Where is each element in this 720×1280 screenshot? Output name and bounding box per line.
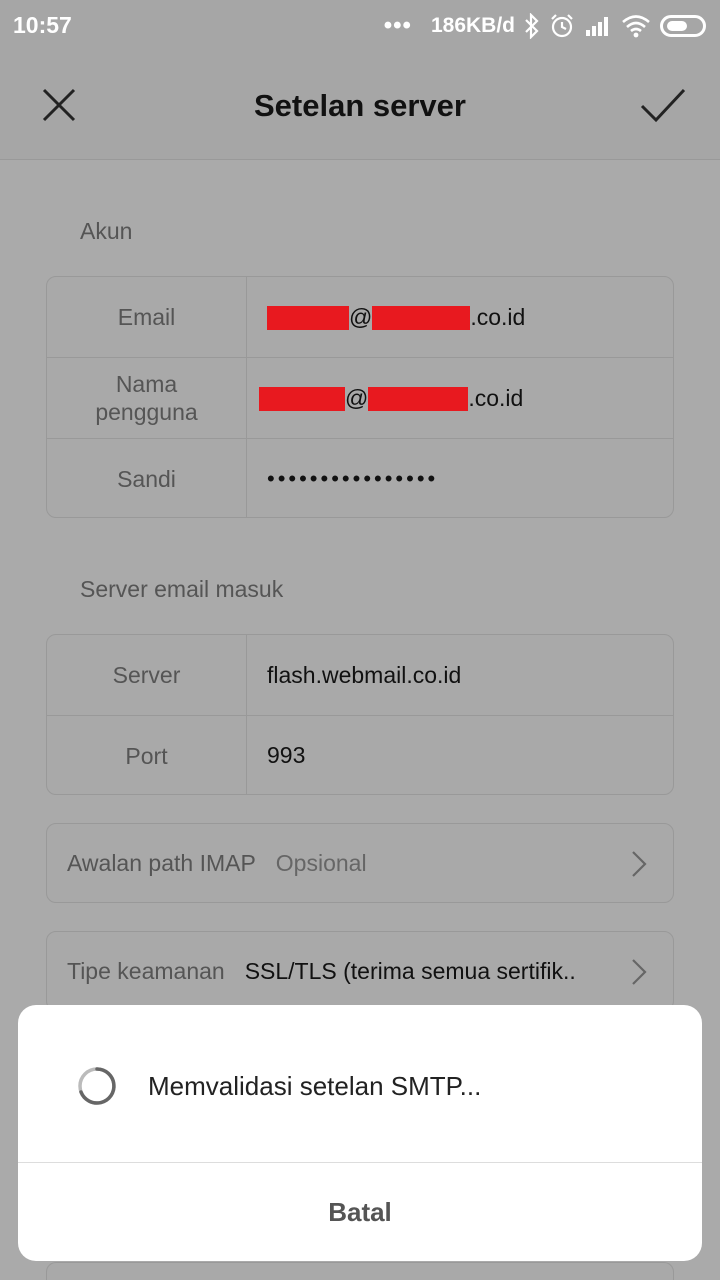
battery-icon [660,15,706,37]
port-field[interactable]: 993 [247,742,305,769]
signal-icon [586,17,608,36]
username-row[interactable]: Nama pengguna @ .co.id [47,357,673,438]
network-speed: 186KB/d [430,14,515,37]
redaction-block [259,387,345,412]
port-row[interactable]: Port 993 [47,715,673,794]
server-row[interactable]: Server flash.webmail.co.id [47,635,673,715]
imap-prefix-input[interactable]: Opsional [276,850,367,877]
status-time: 10:57 [13,12,72,38]
progress-dialog: Memvalidasi setelan SMTP... Batal [18,1005,702,1261]
notification-dots: ••• [383,12,412,39]
password-label: Sandi [47,439,247,517]
redaction-block [267,306,349,331]
password-field[interactable]: •••••••••••••••• [247,466,438,492]
email-row[interactable]: Email @ .co.id [47,277,673,357]
password-row[interactable]: Sandi •••••••••••••••• [47,438,673,517]
security-type-value: SSL/TLS (terima semua sertifik.. [244,957,576,984]
security-type-row[interactable]: Tipe keamanan SSL/TLS (terima semua sert… [46,931,674,1011]
username-suffix: .co.id [468,384,524,411]
username-label: Nama pengguna [47,358,247,438]
redaction-block [372,306,471,331]
cancel-button[interactable]: Batal [18,1163,702,1261]
username-at: @ [345,384,369,411]
username-label-line1: Nama [115,371,178,397]
imap-prefix-row[interactable]: Awalan path IMAP Opsional [46,823,674,903]
username-label-line2: pengguna [95,399,198,425]
server-field[interactable]: flash.webmail.co.id [247,662,461,689]
email-label: Email [47,277,247,357]
incoming-card: Server flash.webmail.co.id Port 993 [46,634,674,795]
imap-prefix-label: Awalan path IMAP [67,849,256,876]
redaction-block [368,387,469,412]
wifi-icon [622,15,650,38]
check-icon[interactable] [638,82,688,128]
chevron-right-icon [632,851,647,877]
section-label-incoming: Server email masuk [80,576,284,602]
email-at: @ [349,303,373,330]
status-icons: ••• 186KB/d [384,10,706,42]
security-type-label: Tipe keamanan [67,957,225,984]
port-label: Port [47,716,247,794]
alarm-icon [551,14,573,38]
next-settings-row [46,1262,674,1280]
status-bar: 10:57 ••• 186KB/d [0,0,720,52]
loading-spinner-icon [78,1067,116,1105]
dialog-message: Memvalidasi setelan SMTP... [148,1071,482,1101]
email-suffix: .co.id [470,303,526,330]
server-label: Server [47,635,247,715]
page-title: Setelan server [254,88,466,123]
email-field[interactable]: @ .co.id [247,304,525,331]
bluetooth-icon [525,13,539,39]
account-card: Email @ .co.id Nama pengguna @ .co.id Sandi… [46,276,674,518]
section-label-account: Akun [80,218,133,244]
app-header: Setelan server [0,52,720,160]
chevron-right-icon [632,959,647,985]
username-field[interactable]: @ .co.id [247,385,523,412]
